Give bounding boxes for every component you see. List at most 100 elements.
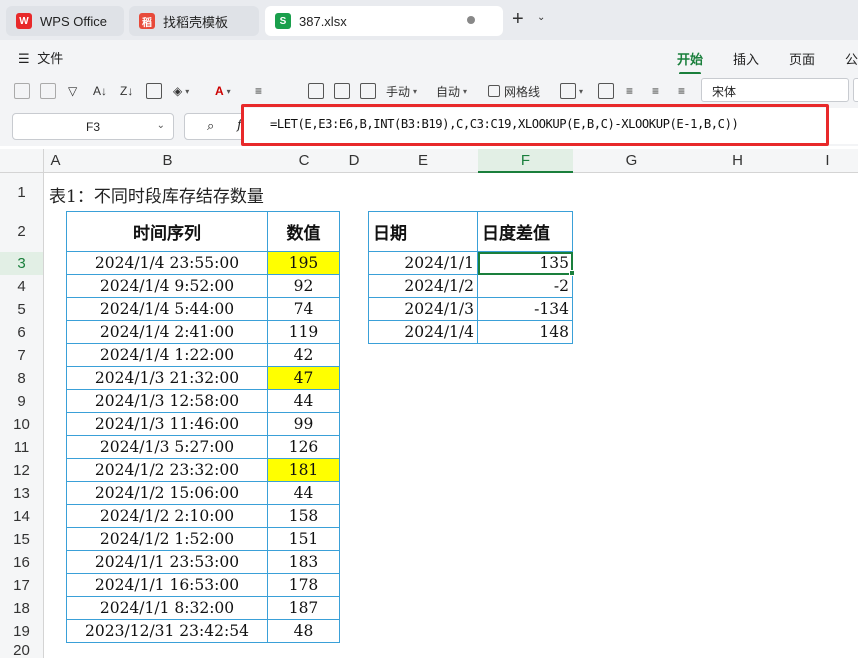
align-right-icon[interactable]: ≡ <box>678 80 685 102</box>
wrap-text-icon[interactable]: ≡ <box>255 80 262 102</box>
value-cell[interactable]: 48 <box>268 620 340 643</box>
row-header-14[interactable]: 14 <box>0 505 44 528</box>
fill-handle[interactable] <box>569 270 575 276</box>
gridlines-checkbox[interactable] <box>488 85 500 97</box>
time-cell[interactable]: 2024/1/4 2:41:00 <box>66 321 268 344</box>
column-header-a[interactable]: A <box>44 149 67 173</box>
value-cell[interactable]: 74 <box>268 298 340 321</box>
tab-wps-office[interactable]: W WPS Office <box>6 6 124 36</box>
value-cell[interactable]: 126 <box>268 436 340 459</box>
row-header-8[interactable]: 8 <box>0 367 44 390</box>
time-cell[interactable]: 2024/1/2 1:52:00 <box>66 528 268 551</box>
filter-icon[interactable]: ▽ <box>68 80 77 102</box>
value-cell[interactable]: 151 <box>268 528 340 551</box>
row-header-3[interactable]: 3 <box>0 252 44 275</box>
sort-descending-icon[interactable]: Z↓ <box>120 80 133 102</box>
row-header-6[interactable]: 6 <box>0 321 44 344</box>
column-header-c[interactable]: C <box>268 149 340 173</box>
column-header-i[interactable]: I <box>785 149 858 173</box>
row-header-15[interactable]: 15 <box>0 528 44 551</box>
row-header-7[interactable]: 7 <box>0 344 44 367</box>
diff-cell[interactable]: 135 <box>478 252 573 275</box>
tab-docer-templates[interactable]: 稻 找稻壳模板 <box>129 6 259 36</box>
align-center-icon[interactable]: ≡ <box>652 80 659 102</box>
date-cell[interactable]: 2024/1/3 <box>368 298 478 321</box>
row-header-9[interactable]: 9 <box>0 390 44 413</box>
date-cell[interactable]: 2024/1/1 <box>368 252 478 275</box>
time-cell[interactable]: 2024/1/4 9:52:00 <box>66 275 268 298</box>
unsaved-dot-icon[interactable] <box>467 16 475 24</box>
select-all-corner[interactable] <box>0 149 44 173</box>
table-style-icon[interactable]: ▾ <box>560 80 583 102</box>
ribbon-tab-page[interactable]: 页面 <box>789 49 815 68</box>
time-cell[interactable]: 2024/1/1 23:53:00 <box>66 551 268 574</box>
new-tab-plus-icon[interactable]: + <box>512 8 524 31</box>
name-box[interactable]: F3 ⌄ <box>12 113 174 140</box>
table1-header-cell[interactable]: 时间序列 <box>66 211 268 252</box>
row-header-18[interactable]: 18 <box>0 597 44 620</box>
sort-ascending-icon[interactable]: A↓ <box>93 80 107 102</box>
date-cell[interactable]: 2024/1/4 <box>368 321 478 344</box>
table2-header-cell[interactable]: 日期 <box>368 211 478 252</box>
conditional-format-icon[interactable] <box>598 80 614 102</box>
time-cell[interactable]: 2024/1/1 16:53:00 <box>66 574 268 597</box>
number-format-icon[interactable] <box>14 80 30 102</box>
chevron-down-icon[interactable]: ⌄ <box>157 120 165 131</box>
value-cell[interactable]: 42 <box>268 344 340 367</box>
value-cell[interactable]: 181 <box>268 459 340 482</box>
table2-header-cell[interactable]: 日度差值 <box>478 211 573 252</box>
file-menu[interactable]: ☰ 文件 <box>18 48 63 67</box>
value-cell[interactable]: 119 <box>268 321 340 344</box>
value-cell[interactable]: 44 <box>268 390 340 413</box>
row-header-5[interactable]: 5 <box>0 298 44 321</box>
font-size-select[interactable] <box>853 78 858 102</box>
row-header-20[interactable]: 20 <box>0 642 44 659</box>
value-cell[interactable]: 47 <box>268 367 340 390</box>
time-cell[interactable]: 2024/1/3 21:32:00 <box>66 367 268 390</box>
align-left-icon[interactable]: ≡ <box>626 80 633 102</box>
column-header-h[interactable]: H <box>690 149 785 173</box>
time-cell[interactable]: 2024/1/2 2:10:00 <box>66 505 268 528</box>
tab-workbook[interactable]: S 387.xlsx <box>265 6 503 36</box>
fill-color-icon[interactable]: ◈ ▾ <box>173 80 189 102</box>
zoom-icon[interactable]: ⌕ <box>207 118 214 134</box>
row-header-19[interactable]: 19 <box>0 620 44 643</box>
row-header-11[interactable]: 11 <box>0 436 44 459</box>
manual-calc-button[interactable]: 手动 ▾ <box>386 80 417 102</box>
date-cell[interactable]: 2024/1/2 <box>368 275 478 298</box>
time-cell[interactable]: 2024/1/1 8:32:00 <box>66 597 268 620</box>
format-cells-icon[interactable] <box>334 80 350 102</box>
row-header-13[interactable]: 13 <box>0 482 44 505</box>
row-header-16[interactable]: 16 <box>0 551 44 574</box>
column-header-g[interactable]: G <box>573 149 690 173</box>
time-cell[interactable]: 2024/1/3 12:58:00 <box>66 390 268 413</box>
column-header-f[interactable]: F <box>478 149 573 173</box>
ribbon-tab-insert[interactable]: 插入 <box>733 49 759 68</box>
column-header-d[interactable]: D <box>340 149 368 173</box>
time-cell[interactable]: 2024/1/4 23:55:00 <box>66 252 268 275</box>
row-header-2[interactable]: 2 <box>0 211 44 252</box>
font-family-select[interactable]: 宋体 <box>701 78 849 102</box>
row-header-17[interactable]: 17 <box>0 574 44 597</box>
value-cell[interactable]: 44 <box>268 482 340 505</box>
chevron-down-icon[interactable]: ⌄ <box>537 12 545 23</box>
freeze-icon[interactable] <box>360 80 376 102</box>
value-cell[interactable]: 99 <box>268 413 340 436</box>
diff-cell[interactable]: -2 <box>478 275 573 298</box>
time-cell[interactable]: 2023/12/31 23:42:54 <box>66 620 268 643</box>
font-color-icon[interactable]: A ▾ <box>215 80 231 102</box>
table1-header-cell[interactable]: 数值 <box>268 211 340 252</box>
number-format2-icon[interactable] <box>40 80 56 102</box>
gridlines-toggle[interactable]: 网格线 <box>488 80 540 102</box>
row-header-12[interactable]: 12 <box>0 459 44 482</box>
time-cell[interactable]: 2024/1/3 5:27:00 <box>66 436 268 459</box>
merge-cells-icon[interactable] <box>308 80 324 102</box>
row-header-1[interactable]: 1 <box>0 173 44 211</box>
time-cell[interactable]: 2024/1/4 5:44:00 <box>66 298 268 321</box>
value-cell[interactable]: 183 <box>268 551 340 574</box>
time-cell[interactable]: 2024/1/2 23:32:00 <box>66 459 268 482</box>
value-cell[interactable]: 158 <box>268 505 340 528</box>
value-cell[interactable]: 195 <box>268 252 340 275</box>
row-header-10[interactable]: 10 <box>0 413 44 436</box>
diff-cell[interactable]: 148 <box>478 321 573 344</box>
